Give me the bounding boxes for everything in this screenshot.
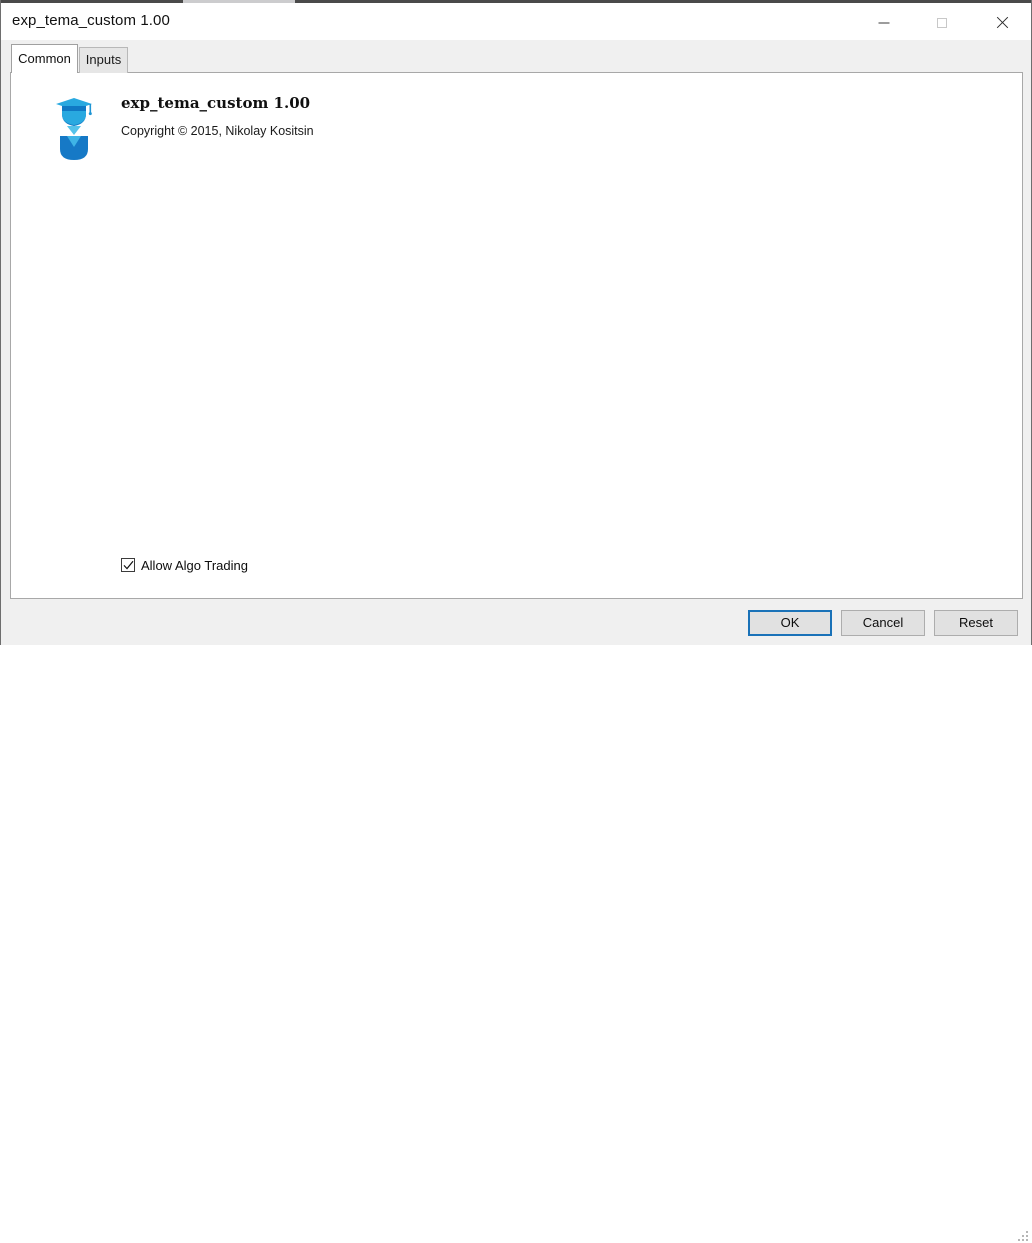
- product-name: exp_tema_custom 1.00: [121, 94, 311, 112]
- tab-bar: Common Inputs: [1, 40, 1031, 73]
- dialog-window: exp_tema_custom 1.00 Common Inputs exp_t…: [0, 0, 1032, 1241]
- checkmark-icon: [123, 560, 134, 570]
- minimize-icon: [878, 22, 890, 24]
- window-title: exp_tema_custom 1.00: [12, 12, 170, 29]
- allow-algo-trading-checkbox[interactable]: [121, 558, 135, 572]
- product-header: exp_tema_custom 1.00 Copyright © 2015, N…: [11, 73, 1022, 163]
- reset-button[interactable]: Reset: [934, 610, 1018, 636]
- graduate-expert-icon: [56, 98, 92, 160]
- copyright-text: Copyright © 2015, Nikolay Kositsin: [121, 124, 314, 138]
- common-tab-panel: exp_tema_custom 1.00 Copyright © 2015, N…: [10, 72, 1023, 599]
- minimize-button[interactable]: [861, 6, 907, 40]
- allow-algo-trading-row[interactable]: Allow Algo Trading: [121, 556, 248, 574]
- title-bar[interactable]: exp_tema_custom 1.00: [1, 3, 1031, 40]
- tab-common[interactable]: Common: [11, 44, 78, 73]
- cancel-button[interactable]: Cancel: [841, 610, 925, 636]
- window-left-border: [0, 0, 1, 645]
- dialog-footer: OK Cancel Reset: [1, 600, 1031, 1241]
- resize-grip[interactable]: [1017, 1230, 1030, 1243]
- ok-button[interactable]: OK: [748, 610, 832, 636]
- maximize-button[interactable]: [919, 6, 965, 40]
- tab-inputs[interactable]: Inputs: [79, 47, 128, 73]
- allow-algo-trading-label: Allow Algo Trading: [141, 557, 248, 573]
- close-button[interactable]: [979, 6, 1025, 40]
- close-icon: [995, 16, 1009, 30]
- maximize-icon: [937, 18, 947, 28]
